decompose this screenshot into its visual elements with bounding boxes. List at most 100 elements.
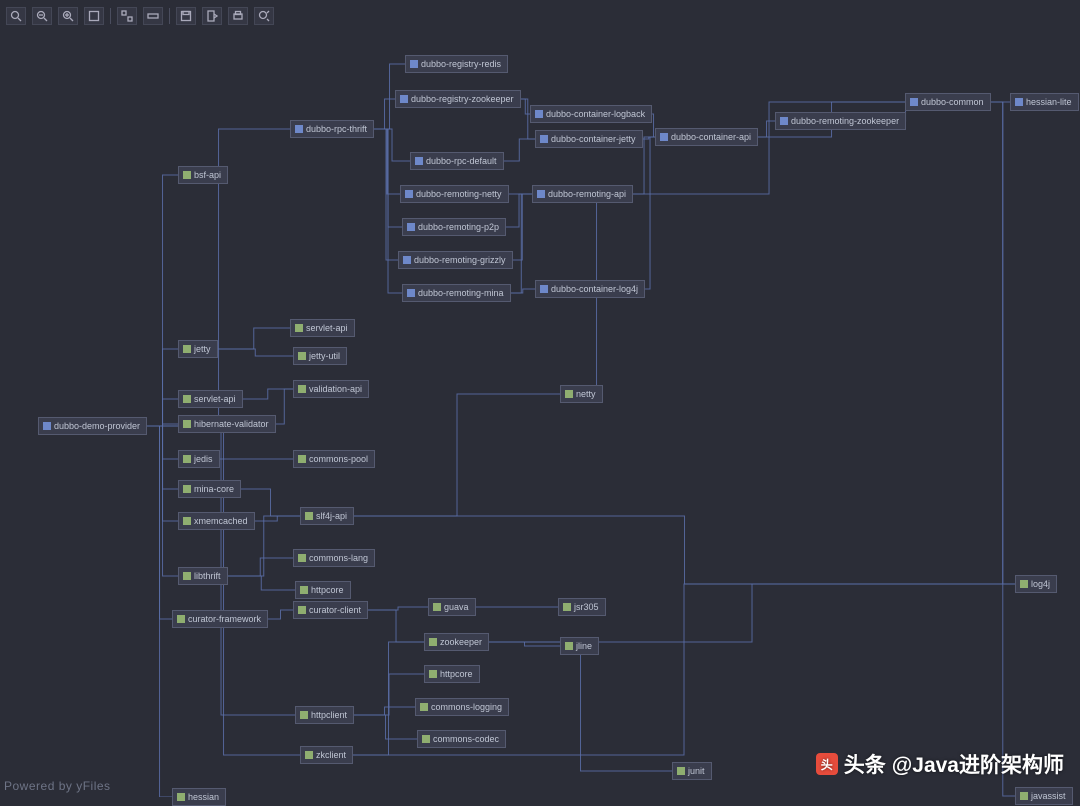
zoom-out-button[interactable] xyxy=(32,7,52,25)
dep-node-hessian-lite[interactable]: hessian-lite xyxy=(1010,93,1079,111)
dep-node-label: dubbo-remoting-p2p xyxy=(418,221,499,233)
dep-node-servlet-api2[interactable]: servlet-api xyxy=(290,319,355,337)
dep-node-bsf[interactable]: bsf-api xyxy=(178,166,228,184)
dep-node-jedis[interactable]: jedis xyxy=(178,450,220,468)
dep-node-hib-val[interactable]: hibernate-validator xyxy=(178,415,276,433)
edge xyxy=(147,426,172,797)
dep-node-jline[interactable]: jline xyxy=(560,637,599,655)
powered-by-label: Powered by yFiles xyxy=(4,779,111,793)
jar-icon xyxy=(563,603,571,611)
jar-icon xyxy=(1020,792,1028,800)
dep-node-cont-logback[interactable]: dubbo-container-logback xyxy=(530,105,652,123)
dep-node-label: commons-logging xyxy=(431,701,502,713)
dep-node-label: dubbo-container-logback xyxy=(546,108,645,120)
edge xyxy=(991,102,1015,796)
layout-a-button[interactable] xyxy=(117,7,137,25)
fit-button[interactable] xyxy=(84,7,104,25)
dep-node-log4j[interactable]: log4j xyxy=(1015,575,1057,593)
export-button[interactable] xyxy=(202,7,222,25)
dep-node-slf4j[interactable]: slf4j-api xyxy=(300,507,354,525)
dep-node-javassist[interactable]: javassist xyxy=(1015,787,1073,805)
dep-node-httpcore2[interactable]: httpcore xyxy=(424,665,480,683)
module-icon xyxy=(910,98,918,106)
dep-node-commons-lang[interactable]: commons-lang xyxy=(293,549,375,567)
dep-node-jsr305[interactable]: jsr305 xyxy=(558,598,606,616)
dep-node-label: commons-pool xyxy=(309,453,368,465)
dep-node-rem-api[interactable]: dubbo-remoting-api xyxy=(532,185,633,203)
toolbar-separator xyxy=(110,8,111,24)
edge xyxy=(354,715,417,739)
jar-icon xyxy=(183,171,191,179)
dep-node-label: httpclient xyxy=(311,709,347,721)
dep-node-mina-core[interactable]: mina-core xyxy=(178,480,241,498)
dep-node-guava[interactable]: guava xyxy=(428,598,476,616)
dep-node-label: curator-client xyxy=(309,604,361,616)
jar-icon xyxy=(295,324,303,332)
dep-node-jetty-util[interactable]: jetty-util xyxy=(293,347,347,365)
dep-node-cont-log4j[interactable]: dubbo-container-log4j xyxy=(535,280,645,298)
zoom-reset-button[interactable] xyxy=(6,7,26,25)
dep-node-jetty[interactable]: jetty xyxy=(178,340,218,358)
dep-node-httpclient[interactable]: httpclient xyxy=(295,706,354,724)
dep-node-zkclient[interactable]: zkclient xyxy=(300,746,353,764)
dep-node-rem-mina[interactable]: dubbo-remoting-mina xyxy=(402,284,511,302)
dep-node-rem-p2p[interactable]: dubbo-remoting-p2p xyxy=(402,218,506,236)
dep-node-reg-redis[interactable]: dubbo-registry-redis xyxy=(405,55,508,73)
dep-node-label: dubbo-registry-redis xyxy=(421,58,501,70)
dep-node-cont-jetty[interactable]: dubbo-container-jetty xyxy=(535,130,643,148)
dep-node-commons-pool[interactable]: commons-pool xyxy=(293,450,375,468)
module-icon xyxy=(400,95,408,103)
module-icon xyxy=(540,285,548,293)
toolbar-separator xyxy=(169,8,170,24)
edge xyxy=(511,194,532,293)
dep-node-commons-codec[interactable]: commons-codec xyxy=(417,730,506,748)
dep-node-label: dubbo-container-api xyxy=(671,131,751,143)
print-button[interactable] xyxy=(228,7,248,25)
dep-node-curator-client[interactable]: curator-client xyxy=(293,601,368,619)
dep-node-hessian[interactable]: hessian xyxy=(172,788,226,806)
jar-icon xyxy=(565,642,573,650)
dep-node-rpc-thrift[interactable]: dubbo-rpc-thrift xyxy=(290,120,374,138)
dep-node-rem-netty[interactable]: dubbo-remoting-netty xyxy=(400,185,509,203)
dep-node-root[interactable]: dubbo-demo-provider xyxy=(38,417,147,435)
dep-node-label: jedis xyxy=(194,453,213,465)
edge xyxy=(147,426,178,576)
dep-node-label: httpcore xyxy=(440,668,473,680)
save-button[interactable] xyxy=(176,7,196,25)
edge xyxy=(758,121,775,137)
dep-node-rem-zk[interactable]: dubbo-remoting-zookeeper xyxy=(775,112,906,130)
edge xyxy=(368,610,424,642)
dep-node-curator-fw[interactable]: curator-framework xyxy=(172,610,268,628)
dep-node-netty[interactable]: netty xyxy=(560,385,603,403)
dep-node-label: commons-codec xyxy=(433,733,499,745)
jar-icon xyxy=(298,606,306,614)
jar-icon xyxy=(305,751,313,759)
jar-icon xyxy=(420,703,428,711)
dep-node-label: servlet-api xyxy=(306,322,348,334)
dep-node-rpc-default[interactable]: dubbo-rpc-default xyxy=(410,152,504,170)
dep-node-junit[interactable]: junit xyxy=(672,762,712,780)
dep-node-cont-api[interactable]: dubbo-container-api xyxy=(655,128,758,146)
dep-node-zookeeper[interactable]: zookeeper xyxy=(424,633,489,651)
dep-node-rem-grizzly[interactable]: dubbo-remoting-grizzly xyxy=(398,251,513,269)
dep-node-reg-zk[interactable]: dubbo-registry-zookeeper xyxy=(395,90,521,108)
layout-b-button[interactable] xyxy=(143,7,163,25)
dep-node-common[interactable]: dubbo-common xyxy=(905,93,991,111)
module-icon xyxy=(295,125,303,133)
dep-node-libthrift[interactable]: libthrift xyxy=(178,567,228,585)
dep-node-label: libthrift xyxy=(194,570,221,582)
module-icon xyxy=(407,289,415,297)
module-icon xyxy=(535,110,543,118)
dep-node-servlet-api[interactable]: servlet-api xyxy=(178,390,243,408)
edge xyxy=(228,558,293,576)
jar-icon xyxy=(183,517,191,525)
show-deps-button[interactable] xyxy=(254,7,274,25)
dep-node-xmemcached[interactable]: xmemcached xyxy=(178,512,255,530)
zoom-in-button[interactable] xyxy=(58,7,78,25)
dep-node-label: javassist xyxy=(1031,790,1066,802)
dep-node-httpcore1[interactable]: httpcore xyxy=(295,581,351,599)
dep-node-commons-logging[interactable]: commons-logging xyxy=(415,698,509,716)
dependency-graph[interactable]: dubbo-demo-provider bsf-api dubbo-rpc-thri… xyxy=(0,0,1080,797)
dep-node-validation[interactable]: validation-api xyxy=(293,380,369,398)
edge xyxy=(374,99,395,129)
